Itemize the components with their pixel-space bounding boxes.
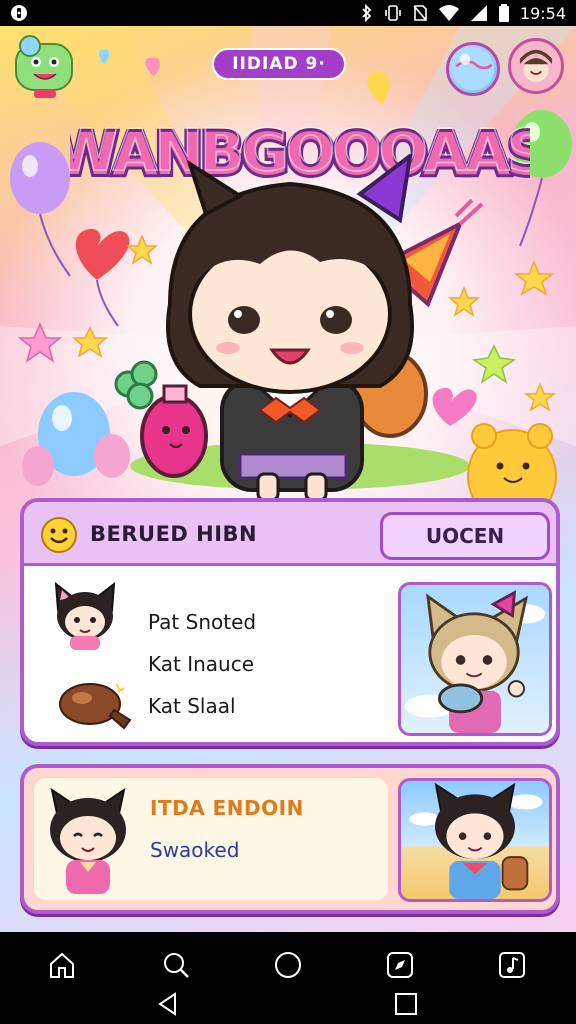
list-item[interactable]: Kat Slaal	[148, 694, 236, 718]
boy-character-portrait[interactable]	[398, 778, 552, 902]
hero-character	[114, 154, 484, 502]
quest-card-subtitle: Swaoked	[150, 838, 240, 862]
quest-card-title: ITDA ENDOIN	[150, 796, 304, 820]
vibrate-icon	[385, 5, 401, 21]
character-portrait[interactable]	[398, 582, 552, 736]
signal-icon	[470, 5, 487, 21]
music-icon[interactable]	[492, 945, 532, 985]
quest-card[interactable]: ITDA ENDOIN Swaoked	[20, 764, 560, 914]
recents-icon[interactable]	[386, 984, 426, 1024]
notification-icon	[11, 5, 27, 21]
profile-avatar-button[interactable]	[508, 38, 564, 94]
info-card-title: BERUED HIBN	[90, 522, 258, 546]
list-item[interactable]: Pat Snoted	[148, 610, 256, 634]
list-item[interactable]: Kat Inauce	[148, 652, 254, 676]
player-avatar	[50, 788, 126, 894]
bluetooth-icon	[362, 4, 372, 22]
game-screen: IIDIAD 9· WANBGOOOAAS WANBGOOOAAS BERUED…	[0, 26, 576, 932]
status-time: 19:54	[519, 3, 566, 23]
system-nav-bar	[0, 932, 576, 1024]
circle-icon[interactable]	[268, 945, 308, 985]
top-pill-badge[interactable]: IIDIAD 9·	[212, 48, 346, 80]
battery-icon	[498, 4, 509, 22]
wifi-icon	[438, 5, 459, 21]
back-icon[interactable]	[148, 984, 188, 1024]
map-globe-button[interactable]	[446, 42, 500, 96]
compass-icon[interactable]	[380, 945, 420, 985]
cat-girl-icon	[54, 581, 116, 650]
status-bar: 19:54	[0, 0, 576, 26]
balloon-purple	[10, 142, 71, 277]
search-icon[interactable]	[156, 945, 196, 985]
info-card-header: BERUED HIBN UOCEN	[24, 502, 556, 566]
info-card-body: Pat Snoted Kat Inauce Kat Slaal	[36, 574, 552, 740]
no-sim-icon	[413, 5, 427, 21]
home-icon[interactable]	[42, 945, 82, 985]
mascot-menu-button[interactable]	[8, 32, 80, 100]
info-card: BERUED HIBN UOCEN Pat Snoted Kat Inauce	[20, 498, 560, 746]
tab-button[interactable]: UOCEN	[380, 512, 550, 560]
smile-icon	[41, 517, 77, 553]
roast-food-icon	[59, 683, 132, 730]
